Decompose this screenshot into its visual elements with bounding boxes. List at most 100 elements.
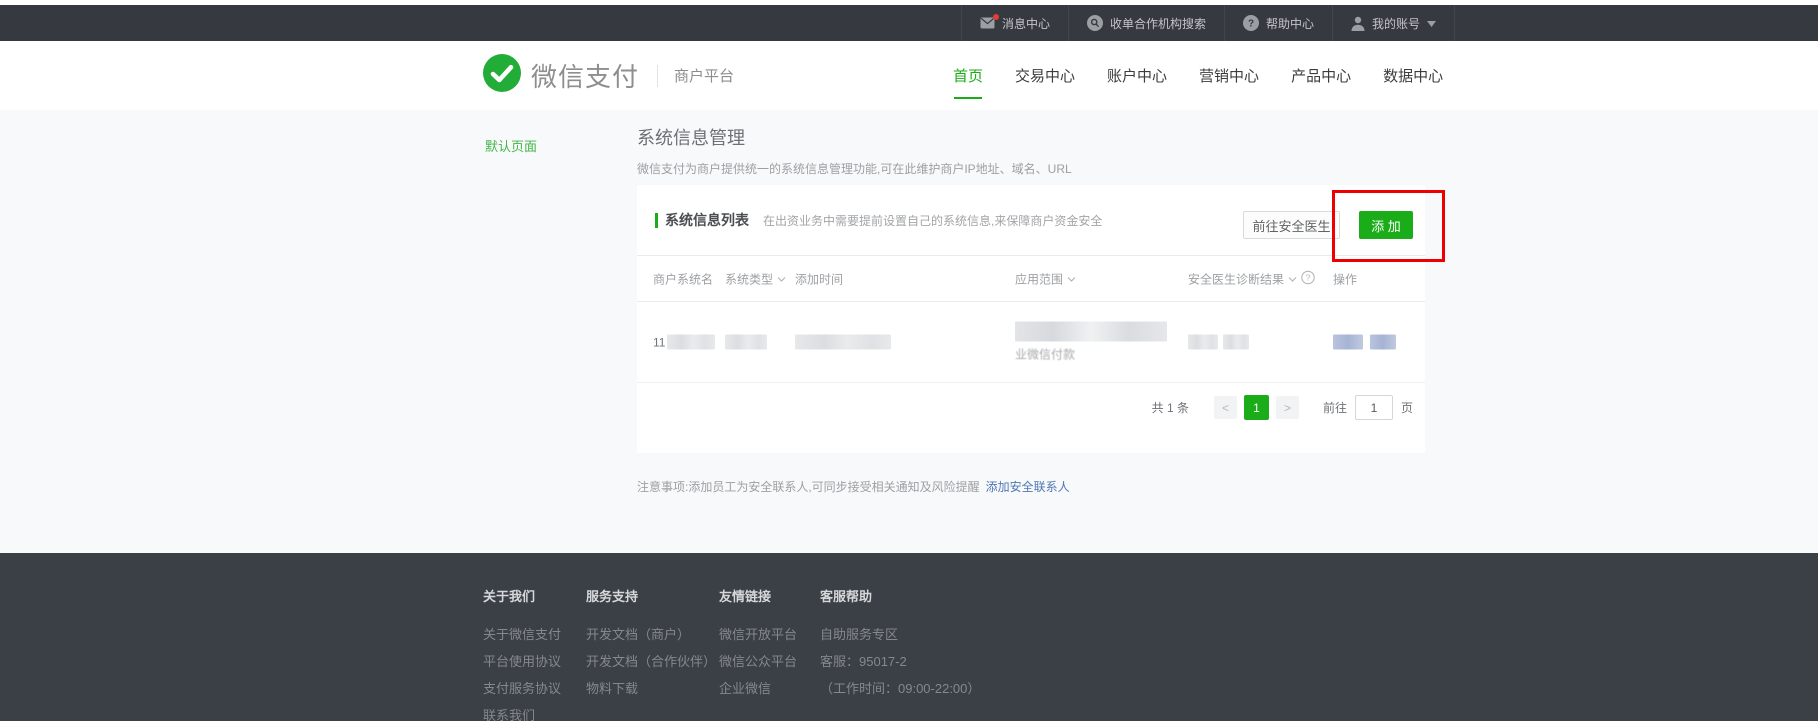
chevron-down-icon[interactable] — [1288, 272, 1297, 286]
accent-bar — [655, 213, 658, 228]
chevron-down-icon[interactable] — [1067, 272, 1076, 286]
nav-item-transaction-center[interactable]: 交易中心 — [1015, 65, 1075, 86]
footer-column-title: 客服帮助 — [820, 586, 980, 605]
column-add-time: 添加时间 — [795, 270, 843, 287]
wechat-pay-logo-icon — [483, 54, 521, 97]
page-content: 默认页面 系统信息管理 微信支付为商户提供统一的系统信息管理功能,可在此维护商户… — [0, 110, 1818, 553]
footer-link[interactable]: 微信公众平台 — [719, 655, 797, 668]
table-header-row: 商户系统名 系统类型 添加时间 应用范围 安全医生诊断结果? 操作 — [637, 255, 1425, 302]
svg-text:?: ? — [1306, 272, 1311, 282]
topbar-item-label: 帮助中心 — [1266, 15, 1314, 32]
panel-header: 系统信息列表 在出资业务中需要提前设置自己的系统信息,来保障商户资金安全 — [655, 210, 1102, 230]
goto-page-input[interactable] — [1355, 395, 1393, 420]
cell-merchant-system-name: 11 — [653, 335, 715, 350]
nav-item-product-center[interactable]: 产品中心 — [1291, 65, 1351, 86]
footer-link[interactable]: 物料下载 — [586, 682, 716, 695]
redacted-text — [1015, 322, 1167, 342]
next-page-button[interactable]: > — [1276, 396, 1299, 419]
footer-link[interactable]: 自助服务专区 — [820, 628, 980, 641]
footer-column-about: 关于我们 关于微信支付 平台使用协议 支付服务协议 联系我们 — [483, 586, 561, 721]
unread-badge — [993, 14, 999, 20]
page-title: 系统信息管理 — [637, 124, 745, 150]
user-icon — [1351, 16, 1365, 31]
goto-page-unit: 页 — [1401, 399, 1413, 416]
brand-logo[interactable]: 微信支付 商户平台 — [483, 41, 734, 110]
nav-item-home[interactable]: 首页 — [953, 65, 983, 86]
cell-add-time — [795, 335, 891, 350]
help-icon: ? — [1243, 15, 1259, 31]
column-system-type[interactable]: 系统类型 — [725, 270, 786, 287]
footer-link[interactable]: 联系我们 — [483, 709, 561, 721]
page-description: 微信支付为商户提供统一的系统信息管理功能,可在此维护商户IP地址、域名、URL — [637, 160, 1072, 177]
pagination-total: 共 1 条 — [1152, 399, 1189, 416]
footer-column-title: 友情链接 — [719, 586, 797, 605]
footer-link[interactable]: 微信开放平台 — [719, 628, 797, 641]
redacted-action-link[interactable] — [1333, 335, 1363, 350]
nav-item-data-center[interactable]: 数据中心 — [1383, 65, 1443, 86]
footer-column-friend-links: 友情链接 微信开放平台 微信公众平台 企业微信 — [719, 586, 797, 709]
cell-app-scope: 业微信付款 — [1015, 322, 1167, 363]
topbar-item-label: 收单合作机构搜索 — [1110, 15, 1206, 32]
redacted-action-link[interactable] — [1370, 335, 1396, 350]
cell-actions — [1333, 335, 1396, 350]
redacted-text — [795, 335, 891, 350]
add-button[interactable]: 添 加 — [1359, 211, 1413, 239]
topbar-item-my-account[interactable]: 我的账号 — [1332, 5, 1455, 41]
cell-security-doctor-result — [1188, 335, 1249, 350]
page-footer: 关于我们 关于微信支付 平台使用协议 支付服务协议 联系我们 服务支持 开发文档… — [0, 553, 1818, 721]
main-header: 微信支付 商户平台 首页 交易中心 账户中心 营销中心 产品中心 数据中心 — [0, 41, 1818, 110]
brand-name: 微信支付 — [531, 57, 639, 94]
prev-page-button[interactable]: < — [1214, 396, 1237, 419]
column-actions: 操作 — [1333, 270, 1357, 287]
column-security-doctor-result[interactable]: 安全医生诊断结果? — [1188, 270, 1315, 287]
top-utility-bar: 消息中心 收单合作机构搜索 ? 帮助中心 我的账号 — [0, 5, 1818, 41]
footer-service-hotline: 客服：95017-2 — [820, 655, 980, 668]
footer-link[interactable]: 企业微信 — [719, 682, 797, 695]
cell-system-type — [725, 335, 767, 350]
nav-item-account-center[interactable]: 账户中心 — [1107, 65, 1167, 86]
notice-text: 注意事项:添加员工为安全联系人,可同步接受相关通知及风险提醒添加安全联系人 — [637, 478, 1070, 495]
footer-service-hours: （工作时间：09:00-22:00） — [820, 682, 980, 695]
system-info-panel: 系统信息列表 在出资业务中需要提前设置自己的系统信息,来保障商户资金安全 前往安… — [637, 185, 1425, 453]
platform-name: 商户平台 — [674, 65, 734, 86]
footer-link[interactable]: 平台使用协议 — [483, 655, 561, 668]
footer-column-title: 服务支持 — [586, 586, 716, 605]
column-app-scope[interactable]: 应用范围 — [1015, 270, 1076, 287]
footer-link[interactable]: 关于微信支付 — [483, 628, 561, 641]
footer-link[interactable]: 开发文档（商户） — [586, 628, 716, 641]
nav-item-marketing-center[interactable]: 营销中心 — [1199, 65, 1259, 86]
footer-link[interactable]: 开发文档（合作伙伴） — [586, 655, 716, 668]
redacted-text — [1223, 335, 1249, 350]
topbar-item-label: 我的账号 — [1372, 15, 1420, 32]
topbar-item-help-center[interactable]: ? 帮助中心 — [1224, 5, 1332, 41]
question-circle-icon[interactable]: ? — [1301, 270, 1315, 287]
chevron-down-icon — [1427, 16, 1436, 30]
panel-title: 系统信息列表 — [665, 210, 749, 230]
add-security-contact-link[interactable]: 添加安全联系人 — [986, 480, 1070, 494]
topbar-item-message-center[interactable]: 消息中心 — [961, 5, 1068, 41]
footer-link[interactable]: 支付服务协议 — [483, 682, 561, 695]
redacted-text — [667, 335, 715, 350]
primary-nav: 首页 交易中心 账户中心 营销中心 产品中心 数据中心 — [953, 41, 1443, 110]
app-scope-text: 业微信付款 — [1015, 346, 1075, 363]
footer-column-service-support: 服务支持 开发文档（商户） 开发文档（合作伙伴） 物料下载 — [586, 586, 716, 709]
svg-text:?: ? — [1248, 19, 1254, 30]
panel-subtitle: 在出资业务中需要提前设置自己的系统信息,来保障商户资金安全 — [763, 212, 1102, 229]
current-page-button[interactable]: 1 — [1244, 395, 1269, 420]
footer-column-title: 关于我们 — [483, 586, 561, 605]
footer-column-customer-help: 客服帮助 自助服务专区 客服：95017-2 （工作时间：09:00-22:00… — [820, 586, 980, 709]
column-merchant-system-name: 商户系统名 — [653, 270, 713, 287]
redacted-text — [1188, 335, 1218, 350]
mail-icon — [980, 17, 995, 29]
topbar-item-acquirer-search[interactable]: 收单合作机构搜索 — [1068, 5, 1224, 41]
goto-page-label: 前往 — [1323, 399, 1347, 416]
brand-divider — [657, 65, 658, 87]
table-row: 11 业微信付款 — [637, 302, 1425, 383]
chevron-down-icon[interactable] — [777, 272, 786, 286]
pagination: 共 1 条 < 1 > 前往 页 — [1152, 395, 1413, 420]
security-doctor-button[interactable]: 前往安全医生 — [1243, 211, 1340, 239]
sidebar-item-default-page[interactable]: 默认页面 — [485, 136, 537, 155]
topbar-item-label: 消息中心 — [1002, 15, 1050, 32]
search-icon — [1087, 15, 1103, 31]
redacted-text — [725, 335, 767, 350]
